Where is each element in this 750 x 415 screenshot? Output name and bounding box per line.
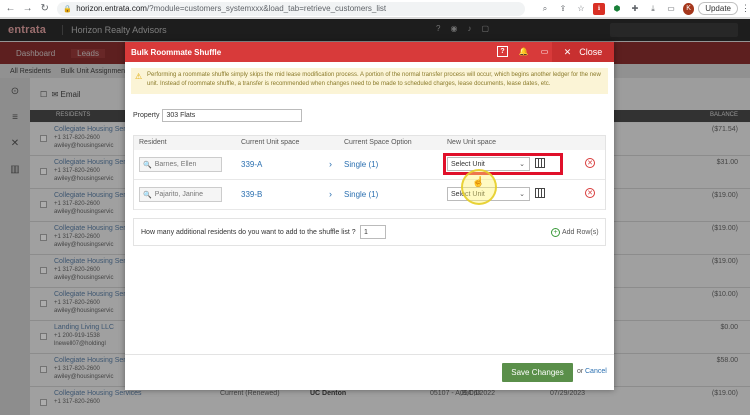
- chevron-right-icon: ›: [329, 189, 332, 199]
- address-bar[interactable]: 🔒 horizon.entrata.com /?module=customers…: [57, 1, 525, 16]
- url-path: /?module=customers_systemxxx&load_tab=re…: [146, 4, 387, 13]
- extension-icon[interactable]: ℹ: [592, 2, 605, 15]
- shuffle-row: 🔍 Barnes, Ellen 339-A › Single (1) Selec…: [134, 150, 605, 180]
- profile-avatar[interactable]: K: [682, 2, 695, 15]
- extension-green-icon[interactable]: ⬢: [611, 3, 623, 15]
- property-row: Property 303 Flats: [133, 109, 303, 122]
- save-changes-button[interactable]: Save Changes: [502, 363, 573, 382]
- resident-field[interactable]: 🔍 Barnes, Ellen: [139, 157, 222, 172]
- bulk-roommate-shuffle-modal: Bulk Roommate Shuffle ? 🔔 ▭ ✕ Close ⚠ Pe…: [125, 42, 614, 390]
- col-new-unit: New Unit space: [447, 139, 497, 146]
- grid-header: Resident Current Unit space Current Spac…: [134, 136, 605, 150]
- remove-row-icon[interactable]: ✕: [585, 188, 595, 198]
- forward-icon[interactable]: →: [21, 2, 34, 16]
- modal-footer: Save Changes or Cancel: [125, 354, 614, 390]
- download-icon[interactable]: ⤓: [647, 3, 659, 15]
- current-option-link[interactable]: Single (1): [344, 160, 378, 169]
- add-rows-button[interactable]: + Add Row(s): [551, 228, 599, 237]
- current-option-link[interactable]: Single (1): [344, 190, 378, 199]
- search-icon: 🔍: [143, 161, 152, 169]
- property-select[interactable]: 303 Flats: [162, 109, 303, 122]
- current-unit-link[interactable]: 339-A: [241, 160, 262, 169]
- chevron-right-icon: ›: [329, 159, 332, 169]
- close-button[interactable]: ✕ Close: [552, 42, 614, 62]
- or-label: or: [577, 368, 584, 375]
- reload-icon[interactable]: ↻: [38, 2, 51, 16]
- puzzle-icon[interactable]: ✚: [629, 3, 641, 15]
- lock-icon: 🔒: [63, 6, 72, 13]
- resident-field[interactable]: 🔍 Pajarito, Janine: [139, 187, 222, 202]
- modal-title: Bulk Roommate Shuffle: [131, 47, 222, 57]
- kebab-menu-icon[interactable]: ⋮: [741, 3, 750, 14]
- share-icon[interactable]: ⇪: [557, 3, 569, 15]
- shuffle-grid: Resident Current Unit space Current Spac…: [133, 135, 606, 210]
- shuffle-count-input[interactable]: 1: [360, 225, 386, 239]
- col-current-unit: Current Unit space: [241, 139, 300, 146]
- remove-row-icon[interactable]: ✕: [585, 158, 595, 168]
- search-icon[interactable]: ⌕: [539, 3, 551, 15]
- star-icon[interactable]: ☆: [575, 3, 587, 15]
- add-rows-label: Add Row(s): [562, 229, 599, 236]
- bell-icon[interactable]: 🔔: [518, 46, 529, 57]
- resident-name: Pajarito, Janine: [154, 191, 203, 198]
- property-label: Property: [133, 112, 160, 119]
- search-icon: 🔍: [143, 191, 152, 199]
- plus-icon: +: [551, 228, 560, 237]
- chevron-down-icon: ⌄: [519, 191, 525, 198]
- col-current-option: Current Space Option: [344, 139, 412, 146]
- current-unit-link[interactable]: 339-B: [241, 190, 262, 199]
- url-host: horizon.entrata.com: [76, 4, 147, 13]
- shuffle-row: 🔍 Pajarito, Janine 339-B › Single (1) Se…: [134, 180, 605, 210]
- resident-name: Barnes, Ellen: [154, 161, 197, 168]
- chat-icon[interactable]: ▭: [539, 46, 550, 57]
- warning-text: Performing a roommate shuffle simply ski…: [147, 72, 601, 87]
- help-icon[interactable]: ?: [497, 46, 508, 57]
- cancel-link[interactable]: Cancel: [585, 368, 607, 375]
- unit-grid-icon[interactable]: [535, 188, 545, 198]
- update-button[interactable]: Update: [698, 2, 738, 15]
- back-icon[interactable]: ←: [4, 2, 17, 16]
- red-highlight-box: [443, 153, 563, 175]
- shuffle-question: How many additional residents do you wan…: [141, 229, 356, 236]
- warning-banner: ⚠ Performing a roommate shuffle simply s…: [131, 68, 608, 94]
- modal-header: Bulk Roommate Shuffle ? 🔔 ▭ ✕ Close: [125, 42, 614, 62]
- mouse-cursor-icon: ☝: [472, 177, 485, 188]
- col-resident: Resident: [139, 139, 167, 146]
- warning-icon: ⚠: [135, 72, 143, 81]
- window-icon[interactable]: ▭: [665, 3, 677, 15]
- browser-toolbar: ← → ↻ 🔒 horizon.entrata.com /?module=cus…: [0, 0, 750, 18]
- close-icon: ✕: [563, 46, 572, 57]
- close-label: Close: [579, 47, 603, 57]
- add-residents-row: How many additional residents do you wan…: [133, 218, 606, 246]
